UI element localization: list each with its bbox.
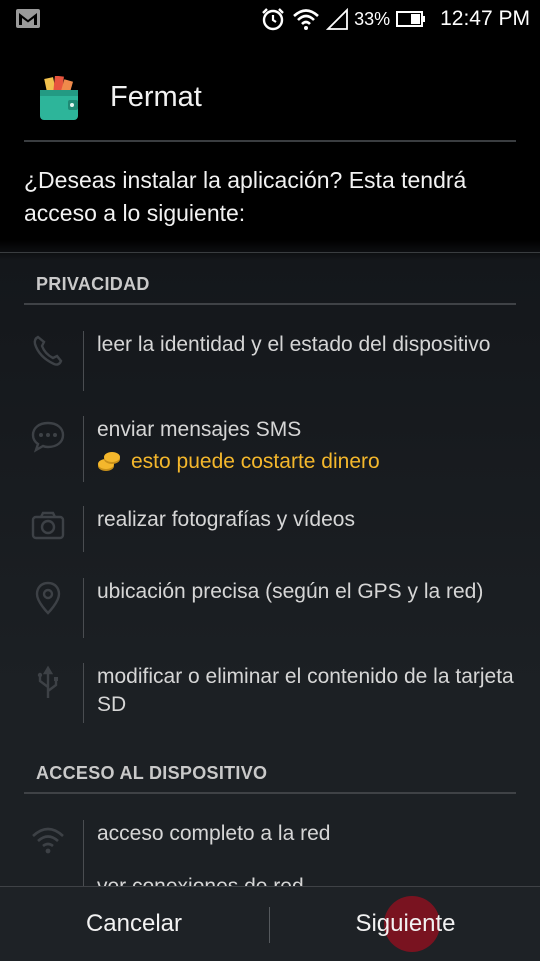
button-divider (269, 907, 270, 943)
permission-text: leer la identidad y el estado del dispos… (97, 333, 491, 356)
section-title-privacy: PRIVACIDAD (36, 274, 150, 294)
permission-separator (83, 416, 84, 482)
camera-icon (31, 511, 65, 540)
cost-warning-text: esto puede costarte dinero (131, 450, 380, 473)
wallet-app-icon (40, 76, 78, 120)
section-title-device-access: ACCESO AL DISPOSITIVO (36, 763, 268, 783)
section-divider (24, 303, 516, 305)
permission-item: leer la identidad y el estado del dispos… (24, 331, 516, 391)
battery-percentage: 33% (354, 8, 391, 29)
app-header: Fermat (24, 70, 516, 142)
permission-separator (83, 663, 84, 723)
section-divider (24, 792, 516, 794)
permission-item: ubicación precisa (según el GPS y la red… (24, 578, 516, 638)
permission-text: ubicación precisa (según el GPS y la red… (97, 580, 484, 603)
permission-separator (83, 506, 84, 552)
permission-text-block: enviar mensajes SMS esto puede costarte … (97, 416, 517, 476)
next-button-label: Siguiente (355, 910, 456, 937)
location-pin-icon (35, 581, 61, 615)
permission-separator (83, 331, 84, 391)
wifi-signal-icon (293, 9, 319, 30)
wifi-icon (32, 827, 64, 854)
usb-icon (37, 665, 58, 698)
status-bar: 33% 12:47 PM (0, 0, 540, 38)
phone-icon (33, 335, 63, 366)
bottom-button-bar: Cancelar Siguiente (0, 886, 540, 961)
coins-icon (98, 452, 120, 471)
permission-item: acceso completo a la red ver conexiones … (24, 820, 516, 898)
permission-separator (83, 820, 84, 890)
permission-item: enviar mensajes SMS esto puede costarte … (24, 416, 516, 482)
cost-warning: esto puede costarte dinero (97, 448, 517, 476)
permission-item: realizar fotografías y vídeos (24, 506, 516, 552)
permission-text: acceso completo a la red (97, 822, 331, 845)
cell-signal-icon (326, 8, 348, 30)
permission-text: enviar mensajes SMS (97, 418, 302, 441)
divider (0, 252, 540, 253)
app-name: Fermat (110, 81, 202, 113)
cancel-button[interactable]: Cancelar (0, 887, 268, 961)
alarm-icon (262, 8, 284, 31)
battery-icon (396, 11, 426, 27)
permission-separator (83, 578, 84, 638)
install-question: ¿Deseas instalar la aplicación? Esta ten… (24, 167, 467, 226)
permission-text: realizar fotografías y vídeos (97, 508, 355, 531)
clock: 12:47 PM (440, 7, 530, 30)
chat-bubble-icon (31, 421, 65, 453)
gmail-notification-icon (16, 9, 40, 28)
permission-text: modificar o eliminar el contenido de la … (97, 665, 514, 716)
permission-item: modificar o eliminar el contenido de la … (24, 663, 516, 723)
